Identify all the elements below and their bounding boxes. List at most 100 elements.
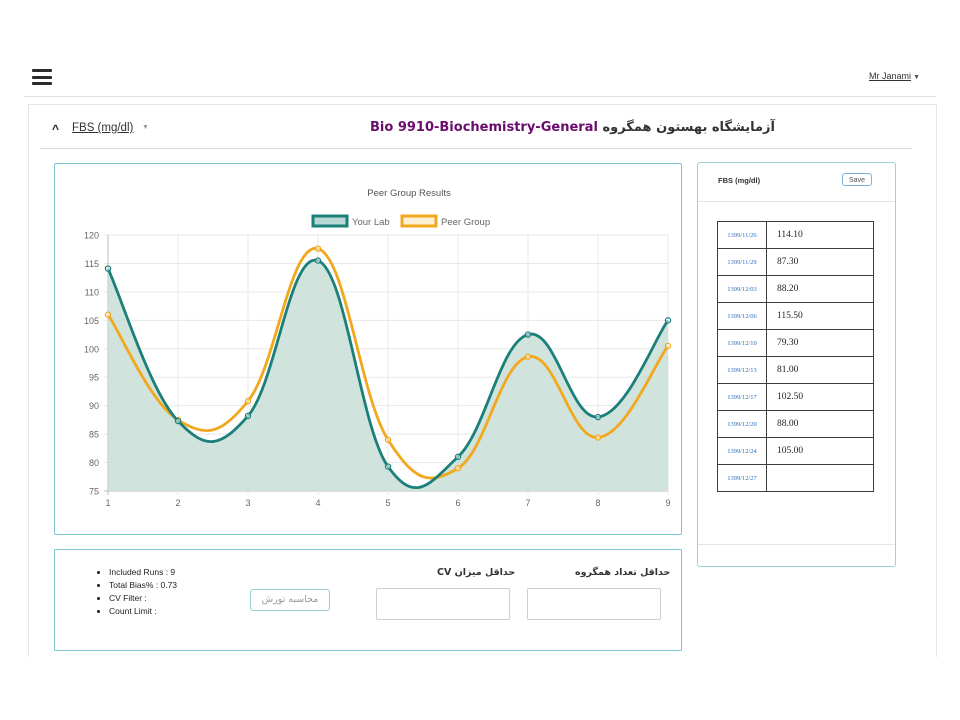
y-tick-label: 95 <box>89 373 99 383</box>
x-tick-label: 2 <box>175 498 180 508</box>
x-tick-label: 6 <box>455 498 460 508</box>
lab-name: Bio 9910-Biochemistry-General <box>370 120 598 135</box>
x-tick-label: 8 <box>595 498 600 508</box>
data-point-your-lab <box>664 317 672 324</box>
lab-title: آزمایشگاه بهستون همگروه Bio 9910-Biochem… <box>370 120 775 135</box>
data-point-your-lab <box>594 413 602 421</box>
x-tick-label: 9 <box>665 498 670 508</box>
data-point-peer-group <box>664 342 672 350</box>
stats-list: Included Runs : 9 Total Bias% : 0.73 CV … <box>93 566 177 618</box>
run-date-link[interactable]: 1399/12/06 <box>717 302 767 330</box>
save-button[interactable]: Save <box>842 173 872 186</box>
run-date-link[interactable]: 1399/12/27 <box>717 464 767 492</box>
run-value: 115.50 <box>766 302 874 330</box>
list-item: Included Runs : 9 <box>109 566 177 579</box>
list-item: Count Limit : <box>109 605 177 618</box>
chevron-down-icon[interactable]: ▼ <box>142 124 149 131</box>
data-point-your-lab <box>244 412 252 420</box>
run-value: 88.00 <box>766 410 874 438</box>
table-row: 1399/12/10 79.30 <box>717 329 874 357</box>
x-tick-label: 7 <box>525 498 530 508</box>
cv-label: حداقل میزان CV <box>437 567 516 578</box>
lab-title-prefix: آزمایشگاه بهستون همگروه <box>602 120 775 135</box>
legend-label-peer-group: Peer Group <box>441 217 490 228</box>
test-selector[interactable]: FBS (mg/dl) <box>72 122 133 134</box>
count-field[interactable] <box>527 588 661 620</box>
run-value: 114.10 <box>766 221 874 249</box>
legend-label-your-lab: Your Lab <box>352 217 390 228</box>
x-tick-label: 4 <box>315 498 320 508</box>
run-value: 102.50 <box>766 383 874 411</box>
run-date-link[interactable]: 1399/11/26 <box>717 221 767 249</box>
run-value: 87.30 <box>766 248 874 276</box>
runs-table: 1399/11/26 114.10 1399/11/29 87.30 1399/12/0… <box>717 221 874 492</box>
chart-title: Peer Group Results <box>367 188 451 199</box>
y-tick-label: 80 <box>89 458 99 468</box>
bias-panel: Included Runs : 9 Total Bias% : 0.73 CV … <box>54 549 682 651</box>
data-point-your-lab <box>454 453 462 461</box>
x-tick-label: 1 <box>105 498 110 508</box>
table-row: 1399/11/26 114.10 <box>717 221 874 249</box>
data-point-your-lab <box>524 331 532 338</box>
table-row: 1399/12/03 88.20 <box>717 275 874 303</box>
count-label: حداقل تعداد همگروه <box>575 567 671 578</box>
table-row: 1399/12/24 105.00 <box>717 437 874 465</box>
legend-swatch-peer-group[interactable] <box>400 214 438 228</box>
run-date-link[interactable]: 1399/12/17 <box>717 383 767 411</box>
data-point-peer-group <box>524 353 532 360</box>
run-date-link[interactable]: 1399/11/29 <box>717 248 767 276</box>
data-point-your-lab <box>384 463 392 470</box>
runs-panel-title: FBS (mg/dl) <box>718 176 761 185</box>
data-point-peer-group <box>594 434 602 441</box>
run-value: 105.00 <box>766 437 874 465</box>
y-tick-label: 120 <box>84 231 99 241</box>
runs-panel-header: FBS (mg/dl) Save <box>698 163 895 202</box>
y-tick-label: 105 <box>84 316 99 326</box>
legend-swatch-your-lab[interactable] <box>311 214 349 228</box>
run-value: 81.00 <box>766 356 874 384</box>
run-date-link[interactable]: 1399/12/13 <box>717 356 767 384</box>
section-header: ^ FBS (mg/dl) ▼ آزمایشگاه بهستون همگروه … <box>40 112 912 149</box>
table-row: 1399/12/13 81.00 <box>717 356 874 384</box>
run-date-link[interactable]: 1399/12/20 <box>717 410 767 438</box>
chevron-down-icon: ▼ <box>913 74 920 81</box>
list-item: CV Filter : <box>109 592 177 605</box>
list-item: Total Bias% : 0.73 <box>109 579 177 592</box>
data-point-peer-group <box>104 311 112 318</box>
cv-field[interactable] <box>376 588 510 620</box>
menu-icon[interactable] <box>32 69 52 85</box>
run-date-link[interactable]: 1399/12/10 <box>717 329 767 357</box>
top-bar: Mr Janami ▼ <box>24 60 936 97</box>
chevron-up-icon[interactable]: ^ <box>52 122 59 136</box>
data-point-peer-group <box>314 245 322 252</box>
chart-legend: Your Lab Peer Group <box>311 214 490 228</box>
run-date-link[interactable]: 1399/12/03 <box>717 275 767 303</box>
user-name[interactable]: Mr Janami <box>869 71 911 81</box>
data-point-your-lab <box>104 265 112 272</box>
run-value <box>766 464 874 492</box>
chart-panel: Peer Group Results Your Lab Peer Group 7… <box>54 163 682 535</box>
table-row: 1399/12/06 115.50 <box>717 302 874 330</box>
data-point-peer-group <box>454 465 462 472</box>
run-date-link[interactable]: 1399/12/24 <box>717 437 767 465</box>
calculate-bias-button[interactable]: محاسبه تورش <box>250 589 330 611</box>
y-tick-label: 90 <box>89 401 99 411</box>
y-tick-label: 85 <box>89 430 99 440</box>
user-menu[interactable]: Mr Janami ▼ <box>869 71 920 81</box>
y-tick-label: 100 <box>84 344 99 354</box>
y-tick-label: 115 <box>85 259 99 269</box>
table-row: 1399/12/17 102.50 <box>717 383 874 411</box>
y-tick-label: 110 <box>85 287 99 297</box>
run-value: 79.30 <box>766 329 874 357</box>
data-point-your-lab <box>174 417 182 425</box>
data-point-peer-group <box>244 397 252 405</box>
peer-group-chart: Peer Group Results Your Lab Peer Group 7… <box>84 188 672 508</box>
y-tick-label: 75 <box>89 487 99 497</box>
data-point-peer-group <box>384 436 392 443</box>
x-tick-label: 5 <box>385 498 390 508</box>
table-row: 1399/12/20 88.00 <box>717 410 874 438</box>
table-row: 1399/12/27 <box>717 464 874 492</box>
runs-panel-footer <box>698 544 895 545</box>
x-tick-label: 3 <box>245 498 250 508</box>
run-value: 88.20 <box>766 275 874 303</box>
